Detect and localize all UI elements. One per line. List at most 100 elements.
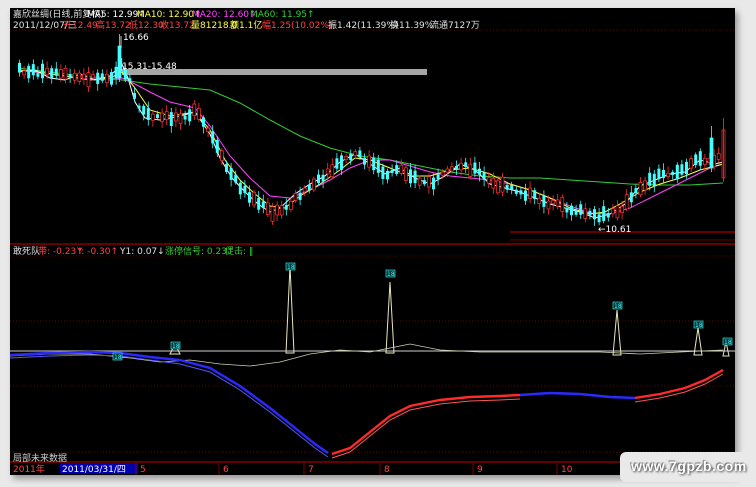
candle-body <box>317 174 320 184</box>
candle-body <box>643 180 647 191</box>
candle-body <box>685 161 688 175</box>
candle-body <box>192 103 197 117</box>
candle-body <box>413 170 417 184</box>
candle-body <box>570 205 573 216</box>
info-amount: 额1.1亿 <box>230 19 262 31</box>
candle-body <box>142 105 146 115</box>
signal-marker-label: 18 <box>614 303 622 310</box>
trend-band-blue <box>519 391 636 400</box>
month-label: 10 <box>561 465 573 475</box>
candle-body <box>91 74 95 79</box>
candle-body <box>381 166 385 179</box>
candle-body <box>77 72 82 82</box>
candle-body <box>238 182 242 195</box>
candle-body <box>473 162 477 174</box>
candle-body <box>427 176 431 188</box>
candle-body <box>31 64 35 76</box>
candle-body <box>211 131 215 144</box>
candle-body <box>542 195 546 207</box>
candle-body <box>399 164 404 174</box>
candle-body <box>390 169 394 173</box>
candle-body <box>675 164 679 180</box>
price-annotations: 16.66 15.31-15.48 ←10.61 <box>120 33 631 235</box>
indicator-header: 敢死队 带: -0.23↑ Y: -0.30↑ Y1: 0.07↓ 涨停信号: … <box>13 245 253 257</box>
candle-body <box>110 72 113 85</box>
chart-canvas[interactable]: 16.66 15.31-15.48 ←10.61 嘉欣丝绸(日线,前复权) MA… <box>10 8 735 475</box>
candle-body <box>197 107 201 120</box>
candle-body <box>455 166 458 170</box>
candle-body <box>72 72 77 81</box>
candle-body <box>18 62 21 73</box>
ma20-value: MA20: 12.60↑ <box>192 10 257 20</box>
trend-band-blue <box>10 350 329 454</box>
candle-body <box>220 150 224 161</box>
indicator-item-b: Y: -0.30↑ <box>76 247 118 257</box>
candle-body <box>183 115 187 120</box>
candle-body <box>206 127 210 132</box>
candle-body <box>436 174 440 179</box>
indicator-panel <box>10 265 735 459</box>
signal-marker-label: 18 <box>724 339 732 346</box>
indicator-item-e: 促击: ‖ <box>225 245 253 257</box>
month-label: 6 <box>223 465 229 475</box>
candle-body <box>146 108 150 120</box>
candle-body <box>588 210 592 216</box>
candle-body <box>703 157 707 165</box>
candle-body <box>716 153 721 160</box>
ma5-line <box>17 63 724 219</box>
candle-body <box>340 155 343 170</box>
candle-body <box>358 150 362 158</box>
candle-body <box>243 185 247 193</box>
candle-body <box>648 172 652 186</box>
candle-body <box>36 73 40 77</box>
candle-body <box>174 112 178 122</box>
candle-body <box>565 207 569 213</box>
candle-body <box>629 192 633 203</box>
candle-body <box>698 151 702 166</box>
candle-body <box>225 164 228 172</box>
timeline-year-tab[interactable]: 2011年 <box>13 463 45 475</box>
month-label: 7 <box>308 465 314 475</box>
month-label: 8 <box>384 465 390 475</box>
candle-body <box>234 174 238 183</box>
candle-body <box>266 202 270 215</box>
candle-body <box>128 78 132 82</box>
candle-body <box>41 63 44 79</box>
candle-body <box>279 205 284 216</box>
signal-marker-label: 18 <box>114 354 122 361</box>
candle-body <box>602 206 606 221</box>
candle-body <box>325 168 330 175</box>
info-turnover: 换11.39% <box>390 19 434 31</box>
candle-body <box>482 172 486 180</box>
candle-body <box>551 200 555 204</box>
candle-body <box>156 114 159 119</box>
candle-body <box>510 185 514 190</box>
candle-body <box>514 189 518 194</box>
indicator-name[interactable]: 敢死队 <box>13 245 40 257</box>
candle-body <box>533 190 537 200</box>
candle-body <box>579 204 583 215</box>
moving-average-lines <box>17 63 724 219</box>
candle-body <box>524 190 527 201</box>
timeline-current-date: 2011/03/31/四 <box>62 465 126 475</box>
candle-body <box>22 70 26 76</box>
candle-body <box>229 167 233 180</box>
stock-chart-window[interactable]: 16.66 15.31-15.48 ←10.61 嘉欣丝绸(日线,前复权) MA… <box>10 8 735 475</box>
candle-body <box>270 206 275 222</box>
candle-body <box>86 72 91 88</box>
candle-body <box>440 171 445 176</box>
candle-body <box>335 158 339 169</box>
candle-body <box>376 159 380 173</box>
candle-body <box>395 165 399 175</box>
candle-body <box>248 192 251 203</box>
signal-marker-label: 18 <box>172 343 180 350</box>
candle-body <box>105 73 109 84</box>
candle-body <box>555 199 560 207</box>
site-watermark: www.7gpzb.com <box>631 458 747 474</box>
candle-body <box>597 214 601 223</box>
candle-body <box>583 208 588 219</box>
trend-band-red-outline <box>331 398 521 459</box>
signal-marker-label: 18 <box>287 264 295 271</box>
candle-body <box>275 204 279 216</box>
candle-body <box>257 197 261 210</box>
